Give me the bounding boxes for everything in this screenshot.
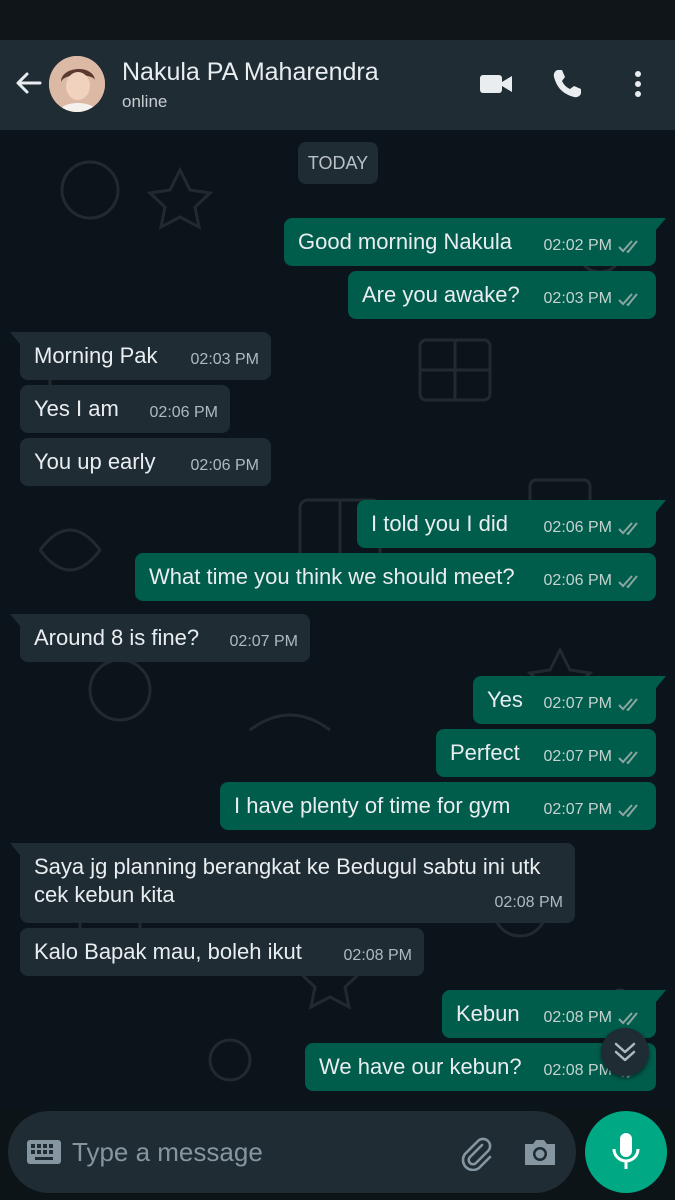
read-ticks-icon [618, 751, 638, 764]
message-text: Kebun [456, 1001, 520, 1026]
avatar[interactable] [49, 56, 105, 112]
message-outgoing[interactable]: Are you awake? 02:03 PM [348, 271, 656, 319]
read-ticks-icon [618, 698, 638, 711]
message-time: 02:08 PM [343, 947, 412, 964]
message-time: 02:07 PM [229, 633, 298, 650]
message-time: 02:03 PM [543, 290, 612, 307]
read-ticks-icon [618, 1012, 638, 1025]
message-time: 02:02 PM [543, 237, 612, 254]
camera-icon[interactable] [521, 1133, 559, 1171]
read-ticks-icon [618, 293, 638, 306]
message-outgoing[interactable]: What time you think we should meet? 02:0… [135, 553, 656, 601]
message-incoming[interactable]: Around 8 is fine? 02:07 PM [10, 614, 310, 662]
message-text: We have our kebun? [319, 1054, 522, 1079]
message-incoming[interactable]: Saya jg planning berangkat ke Bedugul sa… [10, 843, 575, 923]
message-text: Perfect [450, 740, 520, 765]
read-ticks-icon [618, 575, 638, 588]
more-vert-icon[interactable] [620, 66, 656, 102]
message-text: I told you I did [371, 511, 508, 536]
voice-message-button[interactable] [585, 1111, 667, 1193]
message-text: Around 8 is fine? [34, 625, 200, 650]
message-incoming[interactable]: You up early 02:06 PM [20, 438, 271, 486]
message-text: Yes I am [34, 396, 119, 421]
message-time: 02:07 PM [543, 801, 612, 818]
double-chevron-down-icon [614, 1042, 636, 1062]
message-time: 02:06 PM [543, 519, 612, 536]
phone-icon[interactable] [549, 66, 585, 102]
back-arrow-icon[interactable] [12, 67, 44, 99]
video-call-icon[interactable] [478, 66, 514, 102]
read-ticks-icon [618, 240, 638, 253]
message-text: Good morning Nakula [298, 229, 513, 254]
message-time: 02:07 PM [543, 748, 612, 765]
message-time: 02:06 PM [190, 457, 259, 474]
date-chip: TODAY [298, 142, 378, 184]
message-time: 02:07 PM [543, 695, 612, 712]
message-text: I have plenty of time for gym [234, 793, 511, 818]
message-text-line-2: cek kebun kita [34, 882, 175, 907]
message-composer: Type a message [8, 1111, 576, 1193]
message-text: Kalo Bapak mau, boleh ikut [34, 939, 302, 964]
message-outgoing[interactable]: Yes 02:07 PM [473, 676, 666, 724]
message-outgoing[interactable]: I told you I did 02:06 PM [357, 500, 666, 548]
message-text: What time you think we should meet? [149, 564, 515, 589]
keyboard-icon[interactable] [26, 1138, 62, 1166]
message-outgoing[interactable]: Good morning Nakula 02:02 PM [284, 218, 666, 266]
attach-icon[interactable] [456, 1133, 494, 1171]
chat-header: Nakula PA Maharendra online [0, 40, 675, 130]
message-time: 02:08 PM [494, 894, 563, 911]
message-time: 02:03 PM [190, 351, 259, 368]
message-input[interactable]: Type a message [72, 1137, 263, 1168]
message-incoming[interactable]: Kalo Bapak mau, boleh ikut 02:08 PM [20, 928, 424, 976]
message-incoming[interactable]: Yes I am 02:06 PM [20, 385, 230, 433]
message-text: Morning Pak [34, 343, 158, 368]
chat-area[interactable]: TODAY Good morning Nakula 02:02 PM Are y… [0, 130, 675, 1110]
read-ticks-icon [618, 804, 638, 817]
message-text: You up early [34, 449, 156, 474]
scroll-to-bottom-button[interactable] [601, 1028, 649, 1076]
message-time: 02:06 PM [149, 404, 218, 421]
message-time: 02:06 PM [543, 572, 612, 589]
message-outgoing[interactable]: I have plenty of time for gym 02:07 PM [220, 782, 656, 830]
status-bar [0, 0, 675, 40]
read-ticks-icon [618, 522, 638, 535]
message-incoming[interactable]: Morning Pak 02:03 PM [10, 332, 271, 380]
message-text-line-1: Saya jg planning berangkat ke Bedugul sa… [34, 854, 541, 879]
message-text: Yes [487, 687, 523, 712]
mic-icon [612, 1133, 640, 1169]
message-outgoing[interactable]: Perfect 02:07 PM [436, 729, 656, 777]
contact-name[interactable]: Nakula PA Maharendra [122, 58, 379, 87]
contact-status: online [122, 92, 168, 111]
message-text: Are you awake? [362, 282, 520, 307]
